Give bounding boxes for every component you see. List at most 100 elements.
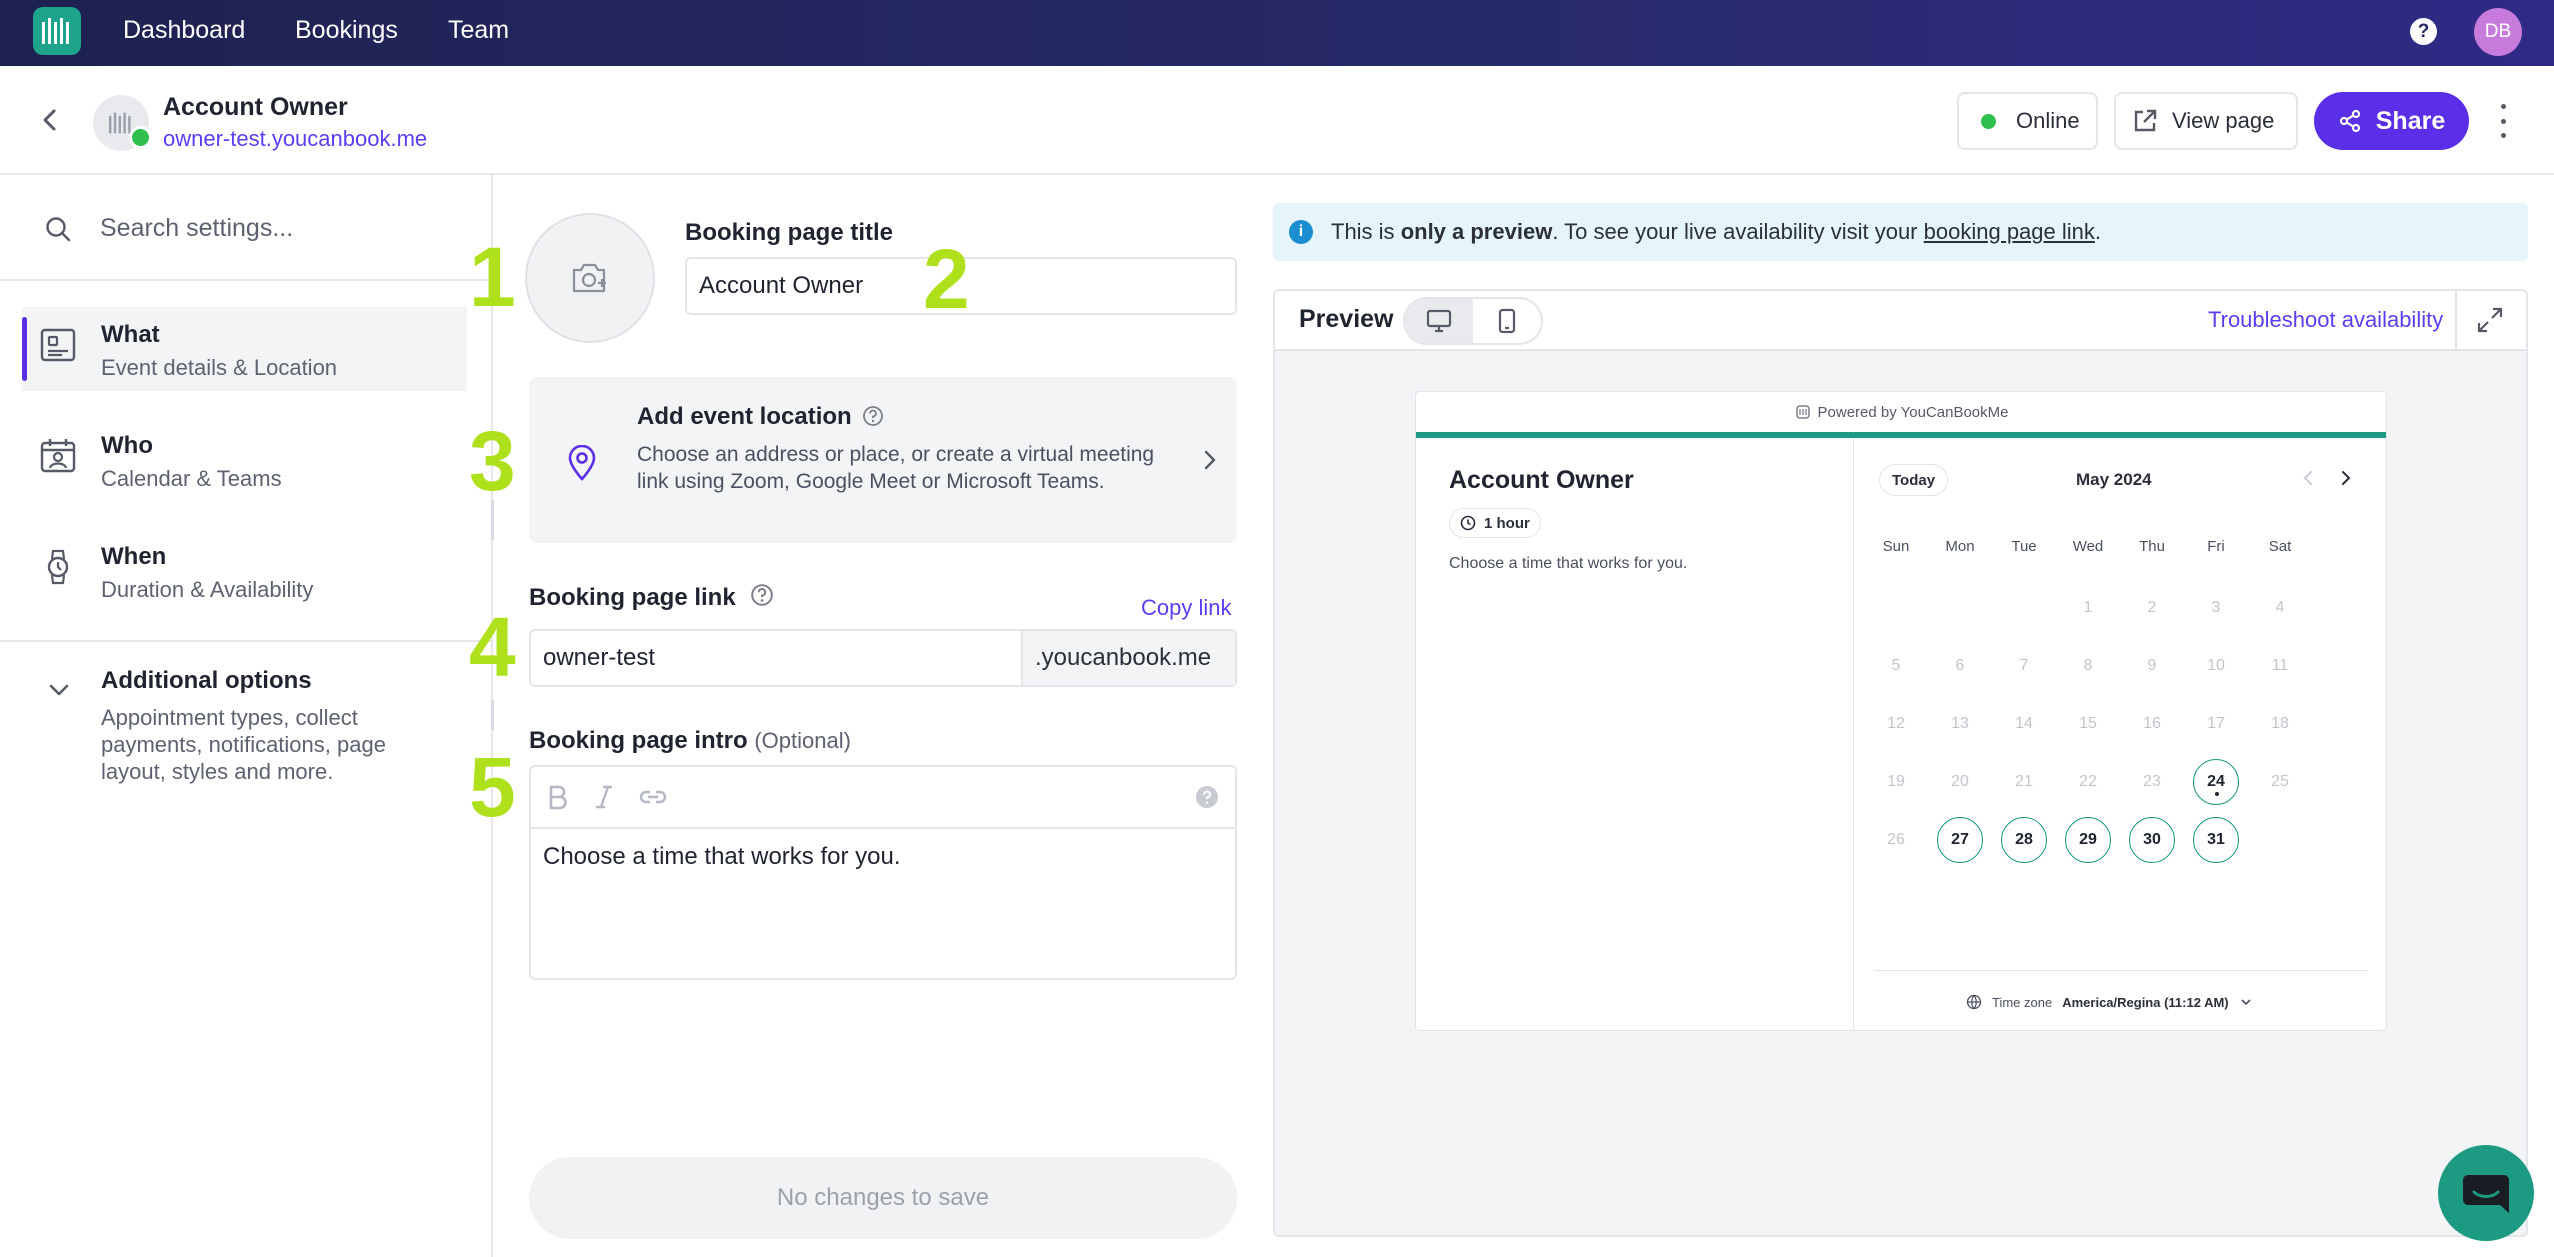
- duration-text: 1 hour: [1484, 514, 1530, 532]
- bold-icon[interactable]: [547, 784, 569, 810]
- calendar-day: 2: [2147, 599, 2157, 616]
- mobile-view-button[interactable]: [1473, 299, 1541, 343]
- sidebar-item-who[interactable]: Who Calendar & Teams: [22, 418, 467, 502]
- booking-page-link[interactable]: booking page link: [1924, 219, 2095, 245]
- calendar-day-available[interactable]: 30: [2129, 817, 2175, 863]
- annotation-number: 1: [469, 230, 516, 324]
- add-event-location-card[interactable]: Add event location Choose an address or …: [529, 377, 1237, 543]
- additional-options-subtitle: Appointment types, collect payments, not…: [101, 705, 386, 784]
- sidebar-item-when[interactable]: When Duration & Availability: [22, 529, 467, 613]
- calendar-day-available[interactable]: 27: [1937, 817, 1983, 863]
- sidebar-item-title: Who: [101, 432, 153, 459]
- event-description: Choose a time that works for you.: [1449, 555, 1688, 572]
- location-pin-icon: [568, 445, 596, 481]
- expand-icon[interactable]: [2475, 305, 2505, 335]
- calendar-day: 15: [2079, 715, 2097, 732]
- nav-dashboard[interactable]: Dashboard: [123, 16, 245, 45]
- powered-by-text: Powered by YouCanBookMe: [1817, 403, 2009, 421]
- sidebar-item-what[interactable]: What Event details & Location: [22, 307, 467, 391]
- view-page-button[interactable]: View page: [2114, 92, 2298, 150]
- month-label: May 2024: [2076, 470, 2152, 489]
- calendar-day: 11: [2271, 657, 2289, 674]
- desktop-view-button[interactable]: [1405, 299, 1473, 343]
- annotation-number: 5: [469, 740, 516, 834]
- next-month-icon[interactable]: [2338, 468, 2354, 488]
- calendar-day: 16: [2143, 715, 2161, 732]
- location-description: Choose an address or place, or create a …: [637, 443, 1155, 493]
- editor-help-icon[interactable]: [1195, 785, 1219, 809]
- help-circle-icon[interactable]: [862, 405, 884, 427]
- search-icon: [46, 217, 71, 242]
- booking-link-input[interactable]: owner-test: [531, 631, 1021, 685]
- view-page-label: View page: [2172, 108, 2275, 133]
- page-header: Account Owner owner-test.youcanbook.me O…: [0, 66, 2554, 175]
- preview-header: Preview Troubleshoot availability: [1275, 291, 2526, 351]
- location-title: Add event location: [637, 403, 884, 431]
- back-arrow-icon[interactable]: [36, 106, 64, 134]
- help-icon[interactable]: ?: [2410, 18, 2437, 45]
- editor-toolbar: [531, 767, 1235, 829]
- sidebar-item-subtitle: Duration & Availability: [101, 577, 314, 602]
- today-button[interactable]: Today: [1879, 464, 1949, 496]
- online-label: Online: [2016, 108, 2080, 133]
- online-status-dot: [129, 126, 152, 149]
- weekday-header: Tue: [2011, 538, 2037, 555]
- notice-text: . To see your live availability visit yo…: [1552, 219, 1918, 244]
- copy-link-button[interactable]: Copy link: [1141, 595, 1231, 621]
- calendar-day: 7: [2019, 657, 2029, 674]
- booking-intro-textarea[interactable]: Choose a time that works for you.: [531, 829, 1235, 885]
- settings-search: [0, 175, 493, 281]
- troubleshoot-availability-link[interactable]: Troubleshoot availability: [2208, 307, 2443, 333]
- calendar-day: 4: [2275, 599, 2285, 616]
- info-icon: i: [1289, 220, 1313, 244]
- timezone-selector[interactable]: Time zone America/Regina (11:12 AM): [1966, 994, 2253, 1010]
- help-circle-icon[interactable]: [750, 583, 774, 607]
- camera-add-icon: [572, 263, 606, 293]
- notice-bold-text: only a preview: [1400, 219, 1553, 244]
- share-icon: [2339, 109, 2360, 133]
- additional-options-title: Additional options: [101, 667, 312, 694]
- chevron-down-icon: [2241, 999, 2251, 1006]
- chat-icon: [2463, 1175, 2509, 1213]
- nav-bookings[interactable]: Bookings: [295, 16, 398, 45]
- calendar-day: 12: [1887, 715, 1905, 732]
- calendar-day-available[interactable]: 24: [2193, 759, 2239, 805]
- upload-photo-button[interactable]: [525, 213, 655, 343]
- external-link-icon: [2134, 109, 2157, 132]
- globe-icon: [1966, 994, 1982, 1010]
- share-label: Share: [2375, 106, 2446, 135]
- annotation-number: 3: [469, 414, 516, 508]
- share-button[interactable]: Share: [2314, 92, 2469, 150]
- online-status-button[interactable]: Online: [1957, 92, 2098, 150]
- page-url-link[interactable]: owner-test.youcanbook.me: [163, 126, 427, 152]
- nav-team[interactable]: Team: [448, 16, 509, 45]
- calendar-day: 17: [2207, 715, 2225, 732]
- calendar-day: 25: [2271, 773, 2289, 790]
- preview-notice: i This is only a preview. To see your li…: [1273, 203, 2528, 261]
- more-options-icon[interactable]: [2495, 104, 2511, 138]
- calendar-day: 22: [2079, 773, 2097, 790]
- sidebar-item-subtitle: Event details & Location: [101, 355, 338, 380]
- calendar-day-available[interactable]: 29: [2065, 817, 2111, 863]
- weekday-header: Mon: [1945, 538, 1975, 555]
- booking-title-label: Booking page title: [685, 219, 894, 246]
- booking-intro-label: Booking page intro (Optional): [529, 727, 851, 754]
- calendar-day-available[interactable]: 31: [2193, 817, 2239, 863]
- logo-icon[interactable]: [33, 7, 81, 55]
- calendar-day-available[interactable]: 28: [2001, 817, 2047, 863]
- clock-icon: [1460, 515, 1476, 531]
- ycbm-logo-icon: [1795, 405, 1810, 419]
- settings-sidebar: What Event details & Location Who Calend…: [0, 175, 493, 1257]
- link-icon[interactable]: [639, 784, 667, 810]
- italic-icon[interactable]: [593, 784, 615, 810]
- search-settings-input[interactable]: [100, 208, 460, 248]
- chevron-right-icon: [1204, 450, 1216, 470]
- chat-support-button[interactable]: [2438, 1145, 2534, 1241]
- prev-month-icon[interactable]: [2300, 468, 2316, 488]
- user-avatar[interactable]: DB: [2474, 8, 2522, 56]
- header-divider: [2455, 291, 2457, 351]
- notice-text: .: [2094, 219, 2102, 244]
- save-changes-button[interactable]: No changes to save: [529, 1157, 1237, 1239]
- calendar-day: 1: [2083, 599, 2093, 616]
- device-toggle: [1403, 297, 1543, 345]
